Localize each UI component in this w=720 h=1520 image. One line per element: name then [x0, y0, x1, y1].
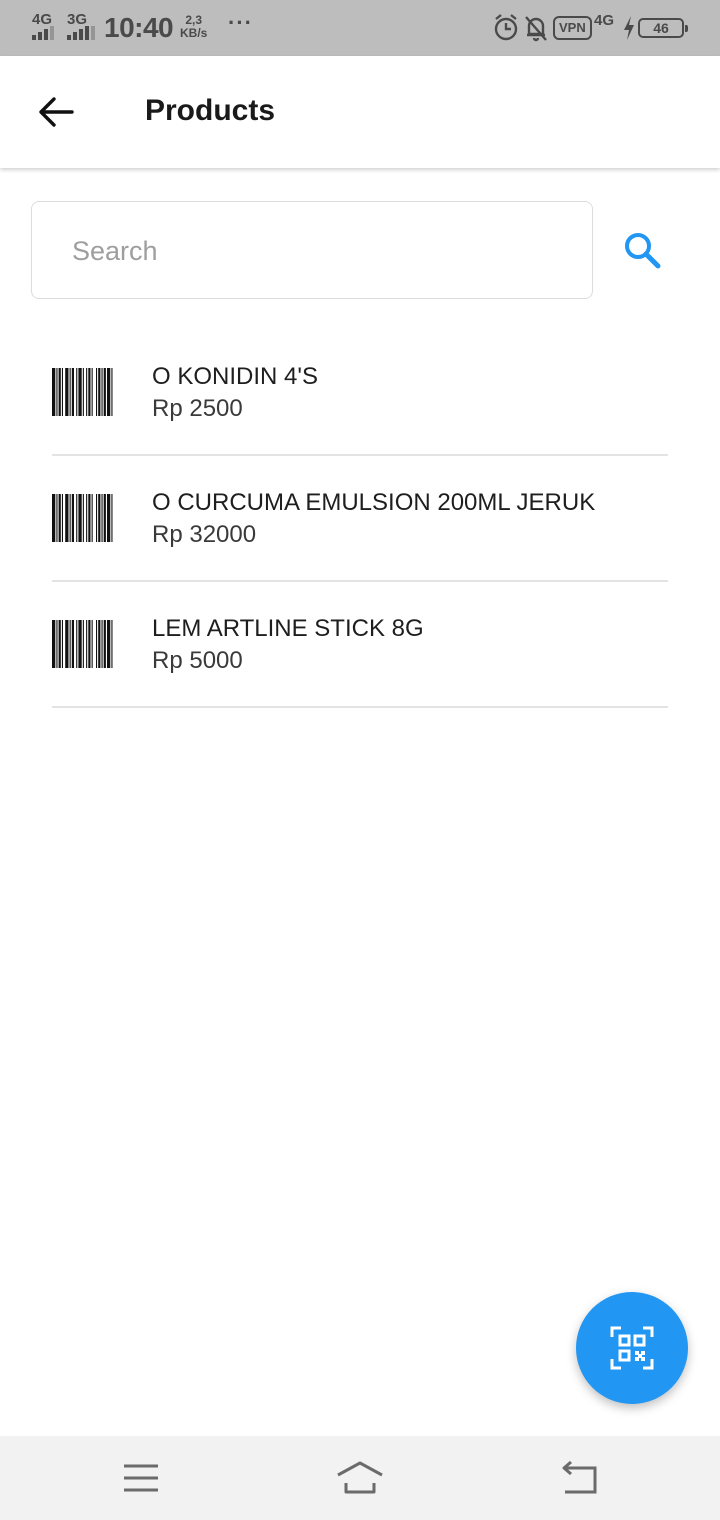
app-bar: Products — [0, 56, 720, 168]
vpn-badge: VPN — [553, 16, 592, 40]
screen: 4G 3G 10:40 2,3 KB/s ··· VPN 4G 46 Produ… — [0, 0, 720, 1520]
product-list: O KONIDIN 4'S Rp 2500 O CURCUMA EMULSION… — [52, 330, 668, 708]
list-item[interactable]: LEM ARTLINE STICK 8G Rp 5000 — [52, 582, 668, 708]
network-speed: 2,3 KB/s — [180, 14, 207, 40]
alarm-icon — [494, 14, 518, 41]
navigation-bar — [0, 1436, 720, 1520]
network-type-2: 3G — [67, 11, 88, 28]
signal-icon — [67, 26, 97, 40]
status-bar: 4G 3G 10:40 2,3 KB/s ··· VPN 4G 46 — [0, 0, 720, 56]
charging-icon — [624, 16, 634, 40]
battery-level: 46 — [638, 18, 688, 38]
page-title: Products — [145, 94, 276, 127]
barcode-icon — [52, 368, 113, 416]
list-item[interactable]: O CURCUMA EMULSION 200ML JERUK Rp 32000 — [52, 456, 668, 582]
back-nav-button[interactable] — [557, 1456, 601, 1500]
bell-off-icon — [525, 16, 547, 42]
barcode-icon — [52, 494, 113, 542]
home-icon — [337, 1461, 383, 1494]
product-price: Rp 32000 — [152, 521, 257, 548]
scan-button[interactable] — [576, 1292, 688, 1404]
more-notifications: ··· — [228, 10, 253, 35]
network-speed-value: 2,3 — [185, 13, 203, 27]
clock: 10:40 — [104, 12, 174, 43]
product-name: O KONIDIN 4'S — [152, 363, 318, 390]
barcode-icon — [52, 620, 113, 668]
network-speed-unit: KB/s — [180, 26, 208, 40]
back-button[interactable] — [28, 84, 84, 140]
search-icon — [625, 233, 661, 269]
search-input[interactable] — [72, 232, 552, 270]
qr-scan-icon — [610, 1326, 654, 1370]
menu-button[interactable] — [119, 1456, 163, 1500]
search-button[interactable] — [618, 226, 666, 274]
product-price: Rp 5000 — [152, 647, 243, 674]
search-box[interactable] — [31, 201, 593, 299]
product-name: O CURCUMA EMULSION 200ML JERUK — [152, 489, 596, 516]
list-item[interactable]: O KONIDIN 4'S Rp 2500 — [52, 330, 668, 456]
home-button[interactable] — [335, 1456, 385, 1500]
back-nav-icon — [562, 1460, 597, 1494]
arrow-left-icon — [39, 97, 74, 127]
product-price: Rp 2500 — [152, 395, 243, 422]
signal-icon — [32, 26, 54, 40]
menu-icon — [124, 1464, 158, 1492]
network-type-3: 4G — [594, 12, 615, 29]
product-name: LEM ARTLINE STICK 8G — [152, 615, 424, 642]
network-type-1: 4G — [32, 11, 53, 28]
